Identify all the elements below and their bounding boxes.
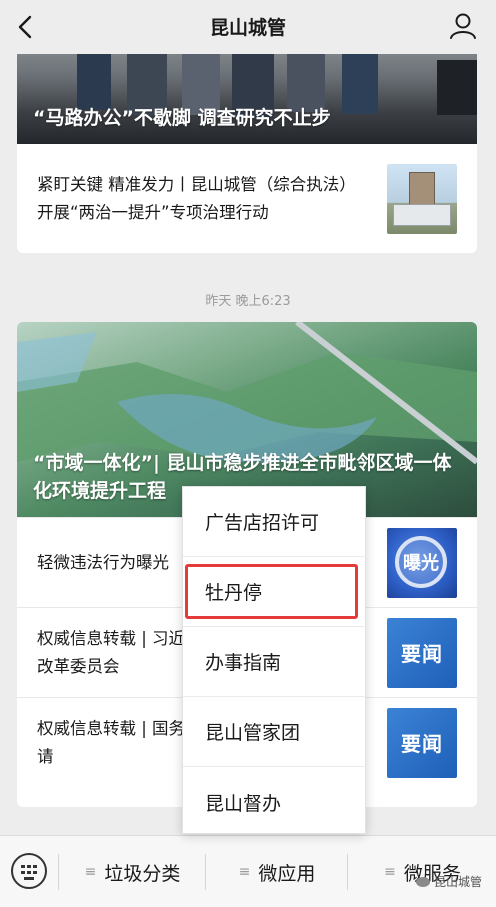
menu-item-ad-signage-permit[interactable]: 广告店招许可 [183, 487, 367, 557]
tab-micro-services[interactable]: ≡ 微服务 [349, 836, 496, 907]
page-title: 昆山城管 [209, 17, 286, 39]
watermark: 昆山城管 [415, 873, 482, 890]
message-timestamp: 昨天 晚上6:23 [205, 294, 291, 309]
wechat-icon [415, 876, 430, 887]
article-card-1: “马路办公”不歇脚 调查研究不止步 紧盯关键 精准发力丨昆山城管（综合执法）开展… [17, 40, 477, 253]
article-thumbnail [387, 163, 457, 234]
tab-label: 微应用 [258, 862, 316, 885]
divider [58, 854, 59, 890]
tab-micro-apps[interactable]: ≡ 微应用 [207, 836, 347, 907]
article-cover-1[interactable]: “马路办公”不歇脚 调查研究不止步 [17, 40, 477, 144]
top-navbar: 昆山城管 [0, 0, 496, 54]
profile-icon[interactable] [448, 11, 478, 41]
article-row[interactable]: 紧盯关键 精准发力丨昆山城管（综合执法）开展“两治一提升”专项治理行动 [17, 144, 477, 253]
bottom-menu-bar: ≡ 垃圾分类 ≡ 微应用 ≡ 微服务 [0, 835, 496, 907]
divider [347, 854, 348, 890]
tab-garbage-sorting[interactable]: ≡ 垃圾分类 [60, 836, 205, 907]
divider [205, 854, 206, 890]
article-title: 紧盯关键 精准发力丨昆山城管（综合执法）开展“两治一提升”专项治理行动 [37, 174, 356, 222]
menu-lines-icon: ≡ [84, 864, 97, 880]
article-thumbnail: 要闻 [387, 707, 457, 778]
menu-item-supervision[interactable]: 昆山督办 [183, 767, 367, 837]
menu-item-mudanting[interactable]: 牡丹停 [183, 557, 367, 627]
article-thumbnail: 曝光 [387, 527, 457, 598]
article-thumbnail: 要闻 [387, 617, 457, 688]
menu-item-butler-team[interactable]: 昆山管家团 [183, 697, 367, 767]
submenu-popup: 广告店招许可 牡丹停 办事指南 昆山管家团 昆山督办 [182, 486, 367, 837]
keyboard-icon[interactable] [11, 853, 47, 889]
magnifier-icon: 曝光 [395, 535, 447, 588]
menu-lines-icon: ≡ [238, 864, 251, 880]
menu-item-service-guide[interactable]: 办事指南 [183, 627, 367, 697]
menu-lines-icon: ≡ [384, 864, 396, 880]
tab-label: 垃圾分类 [104, 862, 181, 885]
article-cover-title: “马路办公”不歇脚 调查研究不止步 [33, 107, 331, 129]
